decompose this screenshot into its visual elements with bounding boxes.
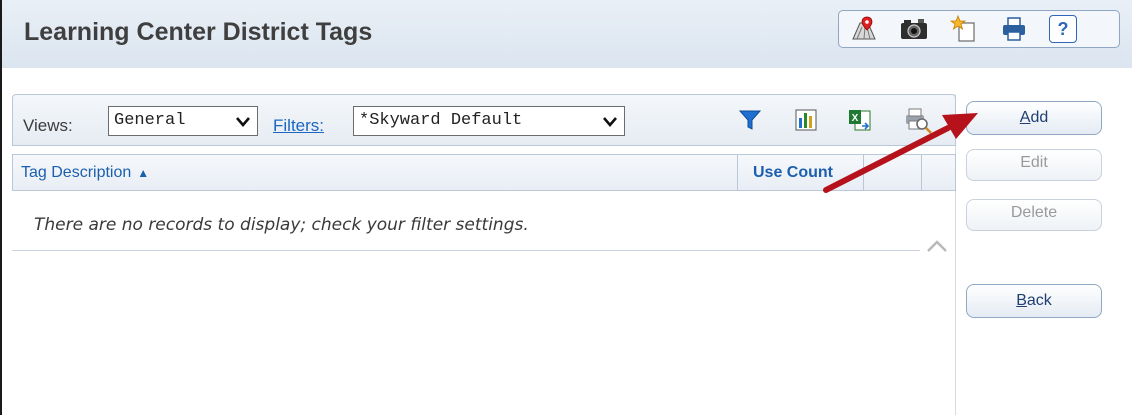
- header-toolbar: ?: [838, 10, 1120, 48]
- page-title: Learning Center District Tags: [24, 18, 373, 46]
- views-select[interactable]: General: [108, 106, 258, 136]
- filters-select-value: *Skyward Default: [359, 111, 523, 130]
- back-button[interactable]: Back: [966, 284, 1102, 318]
- delete-button[interactable]: Delete: [966, 199, 1102, 231]
- chart-icon[interactable]: [791, 105, 821, 135]
- scroll-up-icon[interactable]: [924, 236, 950, 256]
- svg-text:X: X: [852, 113, 859, 124]
- filter-icon[interactable]: [735, 105, 765, 135]
- add-button[interactable]: Add: [966, 101, 1102, 135]
- chevron-down-icon: [236, 117, 250, 127]
- column-divider: [921, 155, 922, 191]
- filters-link[interactable]: Filters:: [273, 116, 324, 136]
- camera-icon[interactable]: [899, 15, 929, 43]
- edit-button[interactable]: Edit: [966, 149, 1102, 181]
- column-divider: [863, 155, 864, 191]
- views-bar: Views: General Filters: *Skyward Default: [12, 94, 956, 146]
- sort-ascending-icon: ▲: [137, 166, 150, 180]
- filters-select[interactable]: *Skyward Default: [353, 106, 625, 136]
- new-window-icon[interactable]: [949, 15, 979, 43]
- map-pin-icon[interactable]: [849, 15, 879, 43]
- column-divider: [737, 155, 738, 191]
- excel-export-icon[interactable]: X: [845, 105, 875, 135]
- help-icon[interactable]: ?: [1049, 15, 1077, 43]
- views-label: Views:: [23, 116, 73, 135]
- printer-icon[interactable]: [999, 15, 1029, 43]
- page-header: Learning Center District Tags ?: [2, 0, 1132, 68]
- empty-records-row: There are no records to display; check y…: [12, 191, 920, 251]
- chevron-down-icon: [603, 117, 617, 127]
- empty-records-message: There are no records to display; check y…: [34, 215, 529, 235]
- views-select-value: General: [114, 111, 186, 130]
- grid-panel: Views: General Filters: *Skyward Default: [12, 94, 956, 415]
- column-tag-description[interactable]: Tag Description ▲: [21, 164, 149, 182]
- print-preview-icon[interactable]: [903, 105, 933, 135]
- grid-column-header: Tag Description ▲ Use Count: [12, 154, 956, 191]
- column-use-count[interactable]: Use Count: [753, 164, 833, 182]
